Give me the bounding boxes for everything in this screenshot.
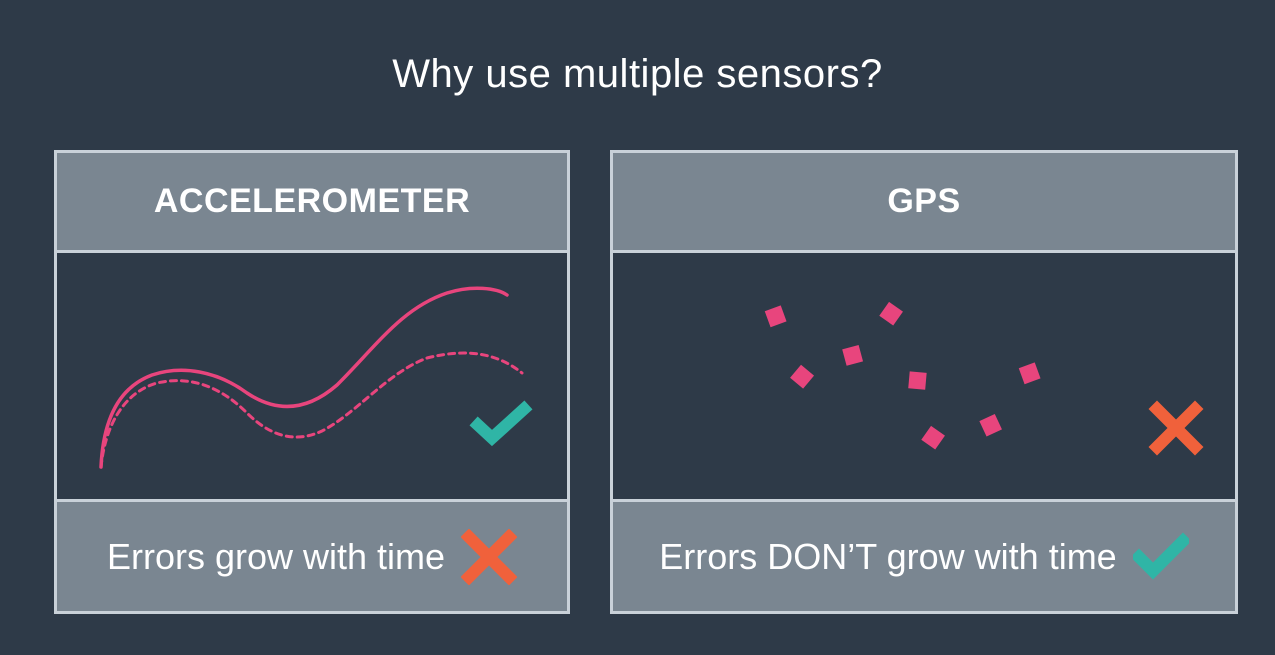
gps-measurement-point (908, 371, 927, 390)
check-icon (469, 400, 533, 447)
gps-measurement-point (764, 305, 787, 328)
gps-diagram (613, 250, 1235, 502)
gps-measurement-point (1018, 362, 1041, 385)
accelerometer-plot (99, 286, 533, 469)
accelerometer-panel: ACCELEROMETER Errors grow with time (54, 150, 570, 614)
accelerometer-header: ACCELEROMETER (153, 182, 471, 220)
gps-measurement-point (790, 364, 815, 389)
cross-icon (461, 528, 518, 585)
accelerometer-footer: Errors grow with time (57, 502, 567, 611)
cross-icon (1148, 400, 1204, 456)
gps-measurement-point (979, 413, 1002, 437)
slide: Why use multiple sensors? ACCELEROMETER … (0, 0, 1275, 655)
gps-header: GPS (887, 182, 961, 220)
accelerometer-footer-text: Errors grow with time (106, 535, 446, 577)
accelerometer-diagram (57, 250, 567, 502)
gps-measurement-point (879, 301, 903, 326)
gps-panel: GPS Errors DON’T grow with time (610, 150, 1238, 614)
check-icon (1132, 529, 1189, 585)
gps-measurement-point (921, 425, 945, 450)
gps-measurement-point (842, 344, 864, 366)
gps-footer: Errors DON’T grow with time (613, 502, 1235, 611)
slide-title: Why use multiple sensors? (392, 52, 883, 96)
gps-footer-text: Errors DON’T grow with time (659, 535, 1117, 577)
measured-trajectory-curve (99, 286, 509, 469)
gps-plot (764, 301, 1204, 456)
